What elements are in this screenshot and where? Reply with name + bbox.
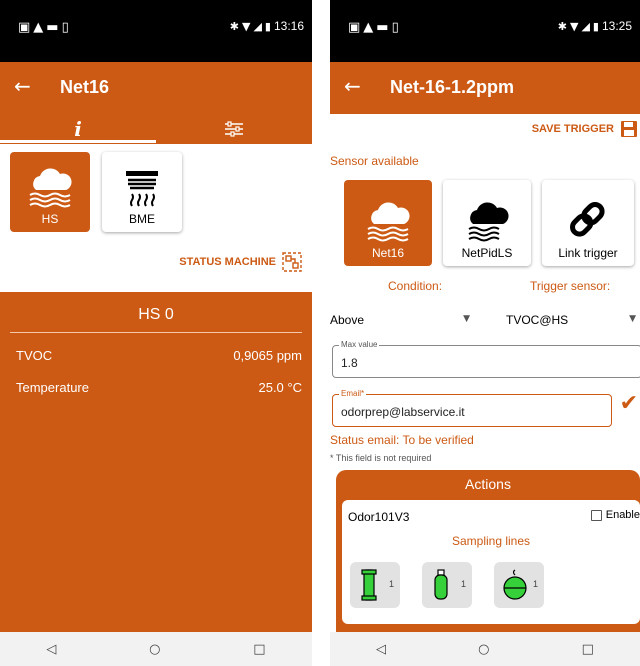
sensor-label: Net16 [371, 246, 405, 260]
state-machine-icon [282, 252, 302, 272]
nav-recents-icon[interactable]: □ [253, 642, 265, 657]
enable-checkbox[interactable]: Enable [590, 509, 640, 521]
email-input[interactable]: odorprep@labservice.it [341, 405, 601, 419]
app-bar: ← Net-16-1.2ppm [330, 62, 640, 114]
sensor-label: BME [128, 212, 155, 226]
reading-value-tvoc: 0,9065 ppm [233, 348, 302, 363]
sensor-label: Link trigger [558, 246, 618, 260]
bluetooth-icon: ✱ [557, 19, 567, 33]
reading-label-tvoc: TVOC [16, 348, 53, 363]
back-arrow-icon[interactable]: ← [14, 74, 31, 98]
sensor-readings-panel: HS 0 TVOC 0,9065 ppm Temperature 25.0 °C [0, 292, 312, 632]
sensor-tile-link-trigger[interactable]: Link trigger [542, 180, 634, 266]
nav-home-icon[interactable]: ○ [478, 642, 489, 657]
system-nav-bar: ◁ ○ □ [330, 632, 640, 666]
sampling-lines-heading: Sampling lines [451, 534, 531, 548]
reading-label-temperature: Temperature [16, 380, 89, 395]
cloud-fog-icon [29, 168, 72, 208]
tab-settings[interactable] [156, 114, 312, 144]
page-title: Net16 [60, 77, 110, 97]
line-count: 1 [460, 579, 466, 589]
nav-back-icon[interactable]: ◁ [46, 642, 56, 657]
sensor-available-heading: Sensor available [330, 154, 419, 168]
link-icon [570, 202, 605, 237]
actions-title: Actions [465, 476, 511, 492]
trigger-sensor-value: TVOC@HS [506, 313, 569, 327]
sensor-label: NetPidLS [461, 246, 513, 260]
divider [10, 332, 302, 333]
cloud-fog-icon [367, 202, 410, 242]
green-canister-icon [434, 569, 448, 600]
max-value-field[interactable]: Max value 1.8 [332, 340, 640, 378]
page-title: Net-16-1.2ppm [390, 77, 515, 97]
sensor-label: HS [41, 212, 59, 226]
sensor-tile-netpidls[interactable]: NetPidLS [443, 180, 531, 266]
check-icon[interactable]: ✔ [620, 391, 638, 416]
save-icon [621, 121, 637, 137]
signal-icon: ◢ [581, 19, 590, 33]
back-arrow-icon[interactable]: ← [344, 74, 361, 98]
right-screen: ▣▲▬▯ ✱ ▼ ◢ ▮ 13:25 ← Net-16-1.2ppm SAVE … [330, 0, 640, 666]
sensor-tile-bme[interactable]: BME [102, 152, 182, 232]
left-screen: ▣▲▬▯ ✱ ▼ ◢ ▮ 13:16 ← Net16 i HS BME STAT… [0, 0, 312, 666]
status-indicators: ✱ ▼ ◢ ▮ 13:25 [558, 19, 632, 33]
condition-select[interactable]: Above ▼ [330, 313, 470, 337]
status-email-text: Status email: To be verified [330, 433, 474, 447]
wifi-icon: ▼ [569, 19, 579, 33]
tab-indicator [0, 140, 156, 143]
sampling-line-3[interactable]: 1 [494, 562, 544, 608]
clock: 13:16 [273, 19, 304, 33]
condition-label: Condition: [388, 279, 443, 293]
email-field[interactable]: Email* odorprep@labservice.it [332, 389, 612, 427]
max-value-label: Max value [339, 340, 380, 349]
status-bar: ▣▲▬▯ ✱ ▼ ◢ ▮ 13:16 [0, 0, 312, 62]
wifi-icon: ▼ [241, 19, 251, 33]
actions-panel: Actions Odor101V3 Enable Sampling lines … [336, 470, 640, 632]
enable-label: Enable [605, 509, 640, 521]
notification-icons: ▣▲▬▯ [348, 20, 402, 35]
sensor-tile-hs[interactable]: HS [10, 152, 90, 232]
sampling-line-1[interactable]: 1 [350, 562, 400, 608]
sampling-line-2[interactable]: 1 [422, 562, 472, 608]
panel-title: HS 0 [138, 306, 174, 323]
max-value-input[interactable]: 1.8 [341, 356, 601, 370]
condition-value: Above [330, 313, 365, 327]
battery-icon: ▮ [592, 19, 599, 33]
settings-sliders-icon [225, 121, 243, 137]
green-tube-icon [361, 569, 377, 601]
save-trigger-button[interactable]: SAVE TRIGGER [532, 120, 638, 138]
app-bar: ← Net16 [0, 62, 312, 114]
trigger-sensor-select[interactable]: TVOC@HS ▼ [506, 313, 636, 337]
line-count: 1 [388, 579, 394, 589]
not-required-note: * This field is not required [330, 453, 432, 463]
email-label: Email* [339, 389, 367, 398]
status-machine-button[interactable]: STATUS MACHINE [179, 252, 302, 272]
battery-icon: ▮ [264, 19, 271, 33]
nav-recents-icon[interactable]: □ [582, 642, 594, 657]
nav-home-icon[interactable]: ○ [149, 642, 160, 657]
signal-icon: ◢ [253, 19, 262, 33]
reading-value-temperature: 25.0 °C [258, 380, 302, 395]
save-trigger-label: SAVE TRIGGER [531, 123, 614, 135]
status-bar: ▣▲▬▯ ✱ ▼ ◢ ▮ 13:25 [330, 0, 640, 62]
status-indicators: ✱ ▼ ◢ ▮ 13:16 [230, 19, 304, 33]
action-card: Odor101V3 Enable Sampling lines 1 1 1 [342, 500, 640, 624]
storm-cloud-icon [468, 202, 509, 242]
chevron-down-icon: ▼ [629, 314, 636, 324]
notification-icons: ▣▲▬▯ [18, 20, 72, 35]
trigger-sensor-label: Trigger sensor: [530, 279, 611, 293]
clock: 13:25 [601, 19, 632, 33]
checkbox-icon [590, 509, 602, 521]
info-icon: i [74, 117, 82, 141]
sensor-tile-net16[interactable]: Net16 [344, 180, 432, 266]
bluetooth-icon: ✱ [229, 19, 239, 33]
nav-back-icon[interactable]: ◁ [376, 642, 386, 657]
system-nav-bar: ◁ ○ □ [0, 632, 312, 666]
chevron-down-icon: ▼ [463, 314, 470, 324]
action-name: Odor101V3 [348, 510, 410, 524]
vent-icon [126, 171, 158, 207]
green-bag-icon [503, 569, 527, 600]
status-machine-label: STATUS MACHINE [179, 256, 276, 268]
line-count: 1 [532, 579, 538, 589]
